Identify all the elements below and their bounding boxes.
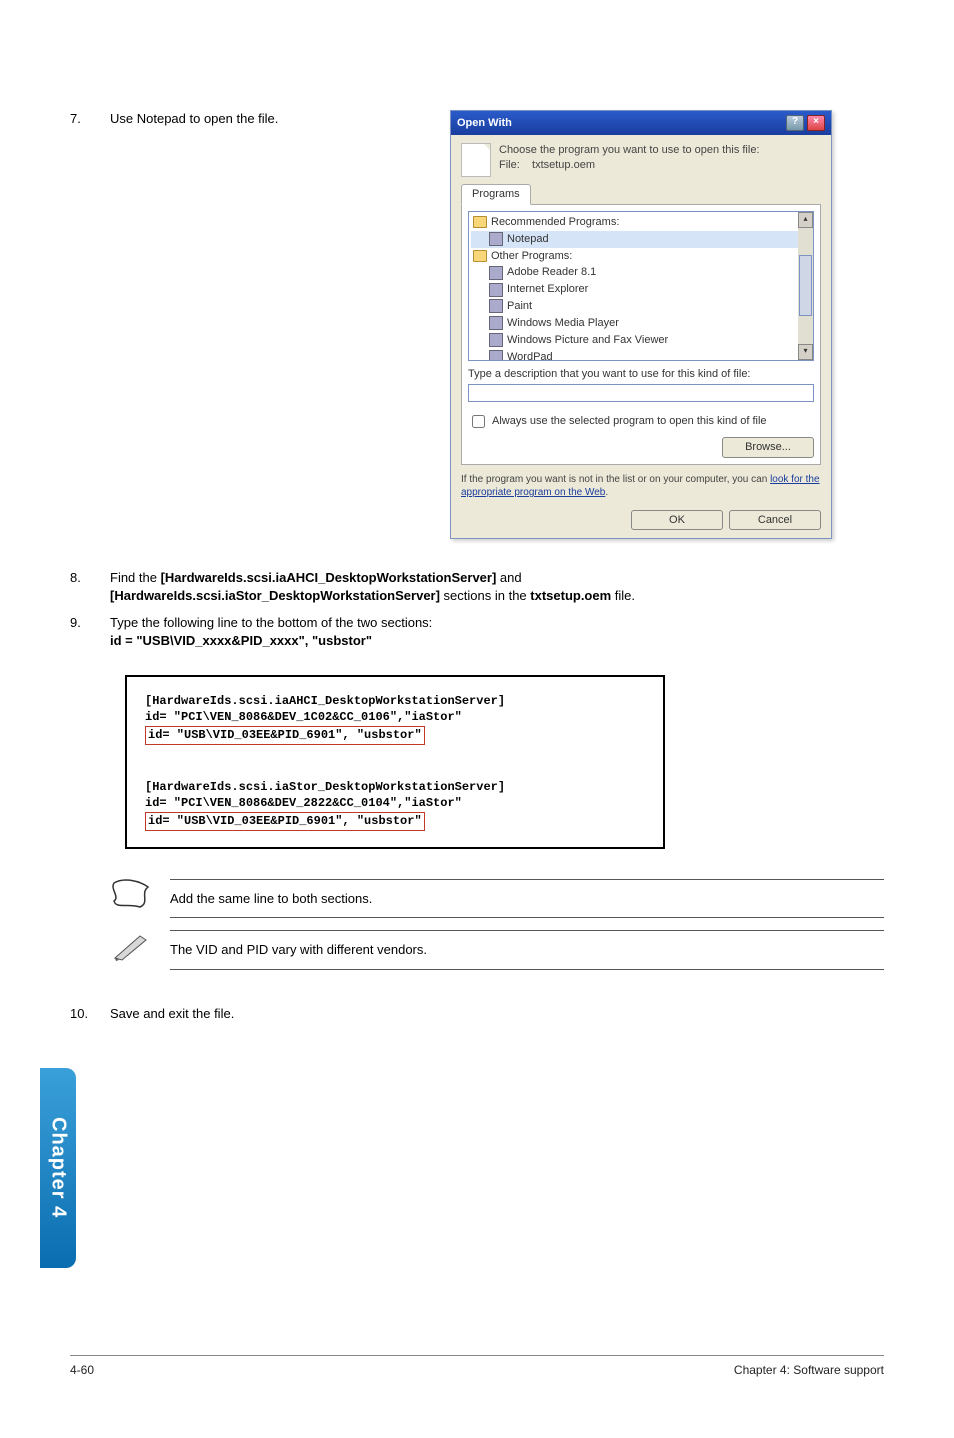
chapter-tab: Chapter 4: [40, 1068, 76, 1268]
file-label: File:: [499, 159, 520, 171]
tab-programs[interactable]: Programs: [461, 184, 531, 205]
folder-icon: [473, 216, 487, 228]
code-line-highlighted: id= "USB\VID_03EE&PID_6901", "usbstor": [145, 726, 425, 745]
app-icon: [489, 316, 503, 330]
other-header: Other Programs:: [491, 249, 572, 264]
list-item-label: Windows Picture and Fax Viewer: [507, 333, 668, 348]
scrollbar[interactable]: ▴ ▾: [798, 212, 813, 360]
list-item-label: WordPad: [507, 350, 553, 361]
step-number: 10.: [70, 1005, 110, 1023]
ok-button[interactable]: OK: [631, 510, 723, 531]
always-use-checkbox[interactable]: [472, 415, 485, 428]
close-button[interactable]: ×: [807, 115, 825, 131]
list-item[interactable]: Windows Media Player: [471, 315, 811, 332]
dialog-footnote: If the program you want is not in the li…: [461, 473, 821, 500]
list-item[interactable]: Adobe Reader 8.1: [471, 264, 811, 281]
text-fragment: and: [496, 570, 521, 585]
programs-listbox[interactable]: Recommended Programs: Notepad Other Prog…: [468, 211, 814, 361]
list-item-label: Windows Media Player: [507, 316, 619, 331]
text-fragment: Type the following line to the bottom of…: [110, 615, 432, 630]
step-text: Type the following line to the bottom of…: [110, 614, 884, 649]
scrollbar-thumb[interactable]: [799, 255, 812, 316]
text-fragment: sections in the: [440, 588, 530, 603]
app-icon: [489, 350, 503, 361]
step-number: 8.: [70, 569, 110, 604]
code-block: [HardwareIds.scsi.iaAHCI_DesktopWorkstat…: [125, 675, 665, 849]
note-text: Add the same line to both sections.: [170, 879, 884, 919]
scroll-up-button[interactable]: ▴: [798, 212, 813, 228]
description-label: Type a description that you want to use …: [468, 367, 814, 382]
step-text: Find the [HardwareIds.scsi.iaAHCI_Deskto…: [110, 569, 884, 604]
list-item[interactable]: WordPad: [471, 349, 811, 361]
list-item[interactable]: Windows Picture and Fax Viewer: [471, 332, 811, 349]
bold-token: id = "USB\VID_xxxx&PID_xxxx", "usbstor": [110, 633, 372, 648]
page-footer: 4-60 Chapter 4: Software support: [70, 1355, 884, 1378]
code-line: id= "PCI\VEN_8086&DEV_1C02&CC_0106","iaS…: [145, 710, 462, 724]
recommended-header: Recommended Programs:: [491, 215, 619, 230]
file-name-text: txtsetup.oem: [532, 159, 595, 171]
list-item[interactable]: Internet Explorer: [471, 281, 811, 298]
text-fragment: file.: [611, 588, 635, 603]
bold-token: [HardwareIds.scsi.iaStor_DesktopWorkstat…: [110, 588, 440, 603]
footnote-end: .: [605, 487, 608, 498]
file-icon: [461, 143, 491, 177]
code-line: [HardwareIds.scsi.iaStor_DesktopWorkstat…: [145, 780, 505, 794]
step-number: 7.: [70, 110, 110, 128]
list-item-label: Adobe Reader 8.1: [507, 265, 596, 280]
list-item-label: Internet Explorer: [507, 282, 588, 297]
bold-token: txtsetup.oem: [530, 588, 611, 603]
step-number: 9.: [70, 614, 110, 649]
bold-token: [HardwareIds.scsi.iaAHCI_DesktopWorkstat…: [161, 570, 497, 585]
chapter-tab-label: Chapter 4: [45, 1117, 72, 1218]
folder-icon: [473, 250, 487, 262]
dialog-title: Open With: [457, 116, 512, 131]
cancel-button[interactable]: Cancel: [729, 510, 821, 531]
always-use-label: Always use the selected program to open …: [492, 414, 767, 429]
scroll-down-button[interactable]: ▾: [798, 344, 813, 360]
step-text: Save and exit the file.: [110, 1005, 884, 1023]
text-fragment: Find the: [110, 570, 161, 585]
app-icon: [489, 283, 503, 297]
open-with-dialog: Open With ? × Choose the program you wan…: [450, 110, 832, 539]
footnote-lead: If the program you want is not in the li…: [461, 474, 770, 485]
dialog-prompt: Choose the program you want to use to op…: [499, 143, 760, 158]
note-text: The VID and PID vary with different vend…: [170, 930, 884, 970]
app-icon: [489, 266, 503, 280]
dialog-titlebar: Open With ? ×: [451, 111, 831, 135]
app-icon: [489, 333, 503, 347]
page-number: 4-60: [70, 1362, 94, 1378]
help-button[interactable]: ?: [786, 115, 804, 131]
code-line: [HardwareIds.scsi.iaAHCI_DesktopWorkstat…: [145, 694, 505, 708]
step-text: Use Notepad to open the file.: [110, 110, 420, 128]
footer-title: Chapter 4: Software support: [734, 1362, 884, 1378]
note-icon: [110, 879, 152, 911]
list-item-label: Notepad: [507, 232, 549, 247]
list-item-notepad[interactable]: Notepad: [471, 231, 811, 248]
browse-button[interactable]: Browse...: [722, 437, 814, 458]
description-input[interactable]: [468, 384, 814, 402]
notepad-icon: [489, 232, 503, 246]
list-item-label: Paint: [507, 299, 532, 314]
code-line: id= "PCI\VEN_8086&DEV_2822&CC_0104","iaS…: [145, 796, 462, 810]
code-line-highlighted: id= "USB\VID_03EE&PID_6901", "usbstor": [145, 812, 425, 831]
pen-icon: [110, 930, 152, 962]
app-icon: [489, 299, 503, 313]
list-item[interactable]: Paint: [471, 298, 811, 315]
